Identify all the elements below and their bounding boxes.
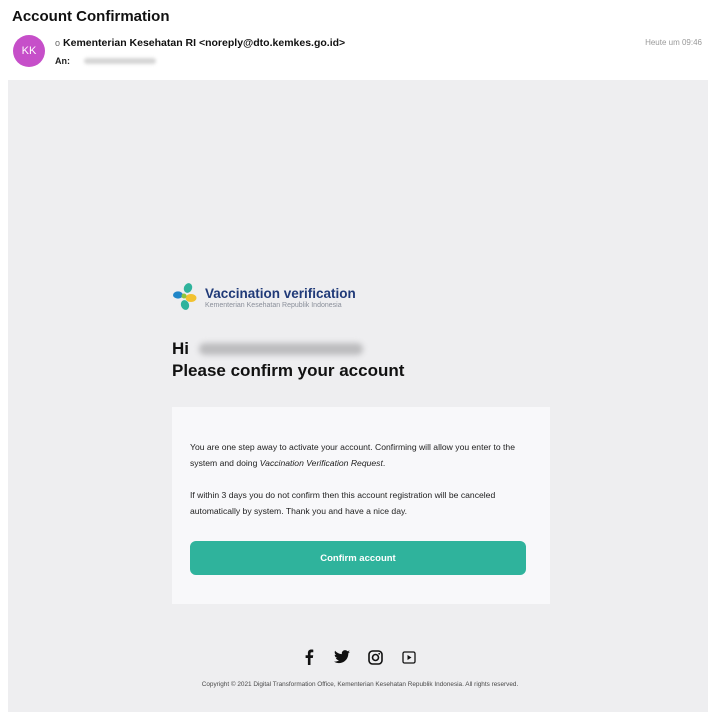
social-links [300, 648, 418, 666]
message-paragraph-2: If within 3 days you do not confirm then… [190, 490, 496, 516]
confirm-account-button[interactable]: Confirm account [190, 541, 526, 575]
email-content: Vaccination verification Kementerian Kes… [172, 283, 550, 604]
brand-logo-icon [173, 283, 197, 310]
recipient-name-redacted [199, 343, 363, 355]
brand-header: Vaccination verification Kementerian Kes… [172, 283, 550, 311]
twitter-icon[interactable] [333, 648, 351, 666]
received-time: Heute um 09:46 [645, 38, 702, 47]
sender-indicator: o [55, 38, 61, 48]
greeting: Hi [172, 338, 550, 360]
instagram-icon[interactable] [367, 648, 385, 666]
brand-subtitle: Kementerian Kesehatan Republik Indonesia [205, 301, 342, 309]
emphasis-text: Vaccination Verification Request [259, 458, 383, 468]
brand-title: Vaccination verification [205, 285, 356, 301]
youtube-icon[interactable] [400, 648, 418, 666]
sender-avatar[interactable]: KK [13, 35, 45, 67]
message-paragraph-1: You are one step away to activate your a… [190, 442, 515, 468]
headline: Please confirm your account [172, 361, 405, 380]
facebook-icon[interactable] [300, 648, 318, 666]
recipient-line: An: [55, 56, 156, 66]
greeting-text: Hi [172, 339, 189, 358]
message-card: You are one step away to activate your a… [172, 407, 550, 604]
recipient-label: An: [55, 56, 70, 66]
sender-line[interactable]: o Kementerian Kesehatan RI <noreply@dto.k… [55, 37, 345, 49]
recipient-redacted [84, 58, 156, 64]
email-subject: Account Confirmation [12, 8, 170, 25]
copyright-footer: Copyright © 2021 Digital Transformation … [201, 681, 519, 688]
sender-address[interactable]: Kementerian Kesehatan RI <noreply@dto.ke… [63, 37, 345, 49]
